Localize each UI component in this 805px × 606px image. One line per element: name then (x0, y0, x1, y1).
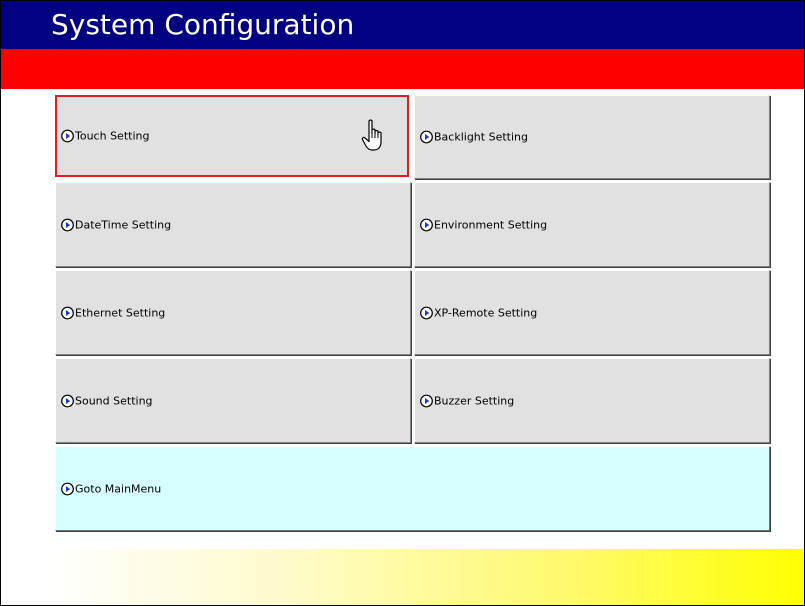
xp-remote-setting-label: XP-Remote Setting (434, 306, 538, 319)
play-arrow-icon (61, 129, 74, 143)
play-arrow-icon (420, 306, 433, 319)
datetime-setting-button[interactable]: DateTime Setting (55, 182, 411, 267)
backlight-setting-button[interactable]: Backlight Setting (414, 95, 770, 179)
page-title: System Configuration (51, 8, 355, 41)
system-configuration-screen: System Configuration Touch Setting Backl… (0, 0, 804, 605)
hand-pointer-icon (361, 119, 382, 151)
buzzer-setting-button[interactable]: Buzzer Setting (414, 358, 770, 443)
play-arrow-icon (420, 130, 433, 144)
goto-mainmenu-label: Goto MainMenu (75, 482, 162, 495)
sound-setting-button[interactable]: Sound Setting (55, 358, 411, 443)
play-arrow-icon (420, 394, 433, 407)
title-red-band (1, 49, 804, 89)
touch-setting-button[interactable]: Touch Setting (55, 95, 409, 177)
footer-gradient-band (41, 549, 804, 605)
xp-remote-setting-button[interactable]: XP-Remote Setting (414, 270, 770, 355)
play-arrow-icon (61, 482, 74, 495)
datetime-setting-label: DateTime Setting (75, 218, 172, 231)
sound-setting-label: Sound Setting (75, 394, 153, 407)
play-arrow-icon (61, 306, 74, 319)
play-arrow-icon (61, 218, 74, 231)
play-arrow-icon (61, 394, 74, 407)
title-bar: System Configuration (1, 1, 804, 49)
ethernet-setting-label: Ethernet Setting (75, 306, 166, 319)
play-arrow-icon (420, 218, 433, 231)
touch-setting-label: Touch Setting (75, 129, 150, 143)
ethernet-setting-button[interactable]: Ethernet Setting (55, 270, 411, 355)
buzzer-setting-label: Buzzer Setting (434, 394, 515, 407)
goto-mainmenu-button[interactable]: Goto MainMenu (55, 446, 770, 531)
environment-setting-label: Environment Setting (434, 218, 548, 231)
environment-setting-button[interactable]: Environment Setting (414, 182, 770, 267)
backlight-setting-label: Backlight Setting (434, 130, 528, 144)
